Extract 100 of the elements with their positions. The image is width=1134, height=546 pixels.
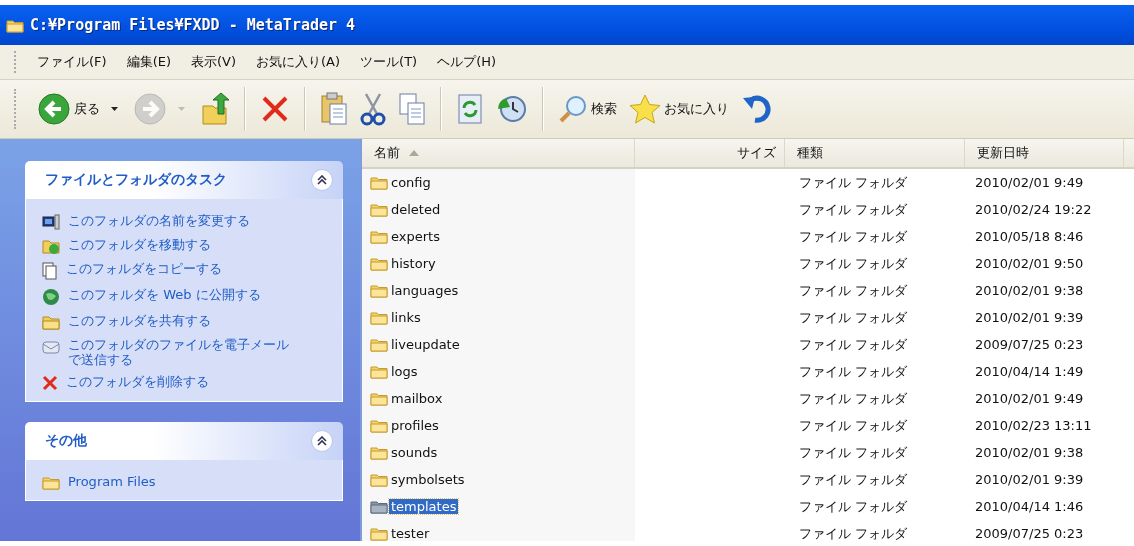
folder-icon — [370, 310, 388, 325]
column-header[interactable]: 名前 — [362, 139, 635, 167]
caret-icon — [176, 105, 188, 113]
task-link[interactable]: このフォルダを Web に公開する — [68, 287, 261, 302]
task-link[interactable]: このフォルダの名前を変更する — [68, 213, 250, 228]
file-type: ファイル フォルダ — [799, 200, 908, 219]
folder-icon — [42, 475, 60, 490]
file-type: ファイル フォルダ — [799, 308, 908, 327]
star-icon — [629, 94, 661, 124]
collapse-button[interactable] — [311, 430, 333, 452]
modified-date: 2010/02/01 9:38 — [975, 445, 1084, 460]
file-name[interactable]: tester — [389, 526, 432, 541]
file-name[interactable]: config — [389, 175, 433, 190]
document-icon — [42, 262, 58, 280]
sort-ascending-icon — [408, 149, 420, 157]
task-link[interactable]: このフォルダをコピーする — [66, 261, 222, 276]
task-link[interactable]: このフォルダのファイルを電子メールで送信する — [68, 337, 290, 367]
modified-date: 2010/02/23 13:11 — [975, 418, 1092, 433]
search-button[interactable]: 検索 — [554, 92, 621, 126]
menu-item[interactable]: ファイル(F) — [29, 50, 115, 74]
folder-icon — [370, 256, 388, 271]
file-type: ファイル フォルダ — [799, 497, 908, 516]
folder-icon — [370, 445, 388, 460]
panel-title: その他 — [45, 432, 87, 450]
folder-icon — [370, 418, 388, 433]
folder-icon — [370, 391, 388, 406]
folder-icon — [370, 364, 388, 379]
file-name[interactable]: deleted — [389, 202, 443, 217]
file-name[interactable]: profiles — [389, 418, 441, 433]
refresh-page-icon — [456, 93, 484, 125]
panel-title: ファイルとフォルダのタスク — [45, 171, 227, 189]
delete-icon — [42, 375, 58, 391]
modified-date: 2010/02/01 9:49 — [975, 175, 1084, 190]
file-type: ファイル フォルダ — [799, 254, 908, 273]
file-name[interactable]: logs — [389, 364, 420, 379]
modified-date: 2009/07/25 0:23 — [975, 337, 1084, 352]
folder-icon — [370, 202, 388, 217]
file-name[interactable]: languages — [389, 283, 461, 298]
file-type: ファイル フォルダ — [799, 443, 908, 462]
file-name[interactable]: experts — [389, 229, 442, 244]
file-name[interactable]: mailbox — [389, 391, 445, 406]
menu-item[interactable]: ツール(T) — [352, 50, 426, 74]
file-type: ファイル フォルダ — [799, 281, 908, 300]
search-icon — [558, 94, 588, 124]
modified-date: 2010/02/01 9:50 — [975, 256, 1084, 271]
folder-icon — [370, 175, 388, 190]
scissors-icon — [360, 92, 386, 126]
file-type: ファイル フォルダ — [799, 335, 908, 354]
modified-date: 2010/04/14 1:49 — [975, 364, 1084, 379]
file-type: ファイル フォルダ — [799, 416, 908, 435]
modified-date: 2010/02/01 9:49 — [975, 391, 1084, 406]
folder-icon — [370, 526, 388, 541]
modified-date: 2010/02/01 9:39 — [975, 472, 1084, 487]
file-type: ファイル フォルダ — [799, 389, 908, 408]
column-header[interactable]: 更新日時 — [965, 139, 1124, 167]
folder-up-icon — [200, 92, 230, 126]
copy-icon — [398, 92, 426, 126]
folder-icon — [370, 337, 388, 352]
menu-item[interactable]: 表示(V) — [183, 50, 245, 74]
task-link[interactable]: このフォルダを削除する — [66, 374, 209, 389]
task-link[interactable]: このフォルダを移動する — [68, 237, 211, 252]
caret-icon — [109, 105, 121, 113]
modified-date: 2010/02/01 9:38 — [975, 283, 1084, 298]
file-name[interactable]: history — [389, 256, 438, 271]
folder-icon — [370, 499, 388, 514]
file-type: ファイル フォルダ — [799, 524, 908, 541]
folder-arrow-icon — [42, 238, 60, 254]
delete-icon — [260, 94, 290, 124]
menu-item[interactable]: 編集(E) — [118, 50, 179, 74]
file-type: ファイル フォルダ — [799, 173, 908, 192]
collapse-button[interactable] — [311, 169, 333, 191]
folder-icon — [370, 283, 388, 298]
file-name[interactable]: links — [389, 310, 423, 325]
modified-date: 2010/04/14 1:46 — [975, 499, 1084, 514]
back-button[interactable]: 戻る — [33, 90, 125, 128]
modified-date: 2010/02/24 19:22 — [975, 202, 1092, 217]
chevron-up-icon — [317, 175, 327, 185]
modified-date: 2009/07/25 0:23 — [975, 526, 1084, 541]
chevron-up-icon — [317, 436, 327, 446]
folder-icon — [370, 472, 388, 487]
menu-item[interactable]: お気に入り(A) — [248, 50, 349, 74]
task-link[interactable]: Program Files — [68, 474, 156, 489]
file-name[interactable]: liveupdate — [389, 337, 462, 352]
computer-icon — [42, 214, 60, 230]
file-type: ファイル フォルダ — [799, 470, 908, 489]
task-link[interactable]: このフォルダを共有する — [68, 313, 211, 328]
file-name[interactable]: symbolsets — [389, 472, 467, 487]
menu-item[interactable]: ヘルプ(H) — [429, 50, 505, 74]
star-button[interactable]: お気に入り — [625, 92, 733, 126]
clipboard-icon — [320, 92, 348, 126]
clock-arrow-icon — [496, 93, 528, 125]
file-name[interactable]: sounds — [389, 445, 440, 460]
file-type: ファイル フォルダ — [799, 362, 908, 381]
file-name[interactable]: templates — [389, 499, 459, 514]
column-header[interactable]: 種類 — [785, 139, 965, 167]
window-title: C:¥Program Files¥FXDD - MetaTrader 4 — [30, 16, 356, 34]
column-header[interactable]: サイズ — [635, 139, 785, 167]
undo-icon — [741, 94, 773, 124]
globe-icon — [42, 288, 60, 306]
folder-icon — [42, 314, 60, 330]
